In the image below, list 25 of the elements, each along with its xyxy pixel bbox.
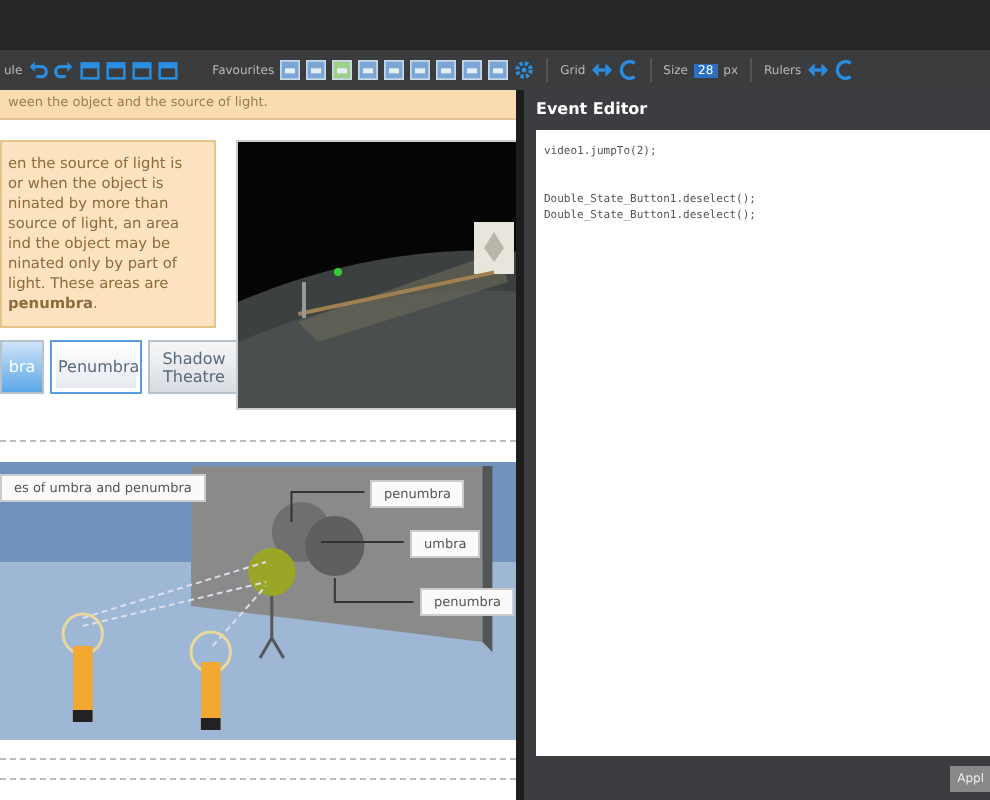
window-icon[interactable] (132, 60, 153, 80)
slide-button[interactable]: Shadow Theatre (148, 340, 240, 394)
redo-icon[interactable] (54, 60, 75, 80)
window-icon[interactable] (80, 60, 101, 80)
thumbnail-icon[interactable] (384, 60, 405, 80)
thumbnail-icon[interactable] (410, 60, 431, 80)
panel-title: Event Editor (534, 98, 650, 122)
thumbnail-icon[interactable] (332, 60, 353, 80)
thumbnail-icon[interactable] (436, 60, 457, 80)
slide-button[interactable]: Penumbra (50, 340, 142, 394)
leader-line (290, 491, 366, 523)
undo-icon[interactable] (28, 60, 49, 80)
thumbnail-icon[interactable] (462, 60, 483, 80)
window-icon[interactable] (106, 60, 127, 80)
thumbnail-icon[interactable] (306, 60, 327, 80)
thumbnail-icon[interactable] (488, 60, 509, 80)
leader-line (320, 541, 405, 543)
window-icon[interactable] (158, 60, 179, 80)
leader-line (333, 577, 415, 603)
thumbnail-icon[interactable] (280, 60, 301, 80)
hook-icon[interactable] (617, 60, 638, 80)
double-arrow-icon[interactable] (591, 60, 612, 80)
double-arrow-icon[interactable] (807, 60, 828, 80)
thumbnail-icon[interactable] (358, 60, 379, 80)
hook-icon[interactable] (833, 60, 854, 80)
